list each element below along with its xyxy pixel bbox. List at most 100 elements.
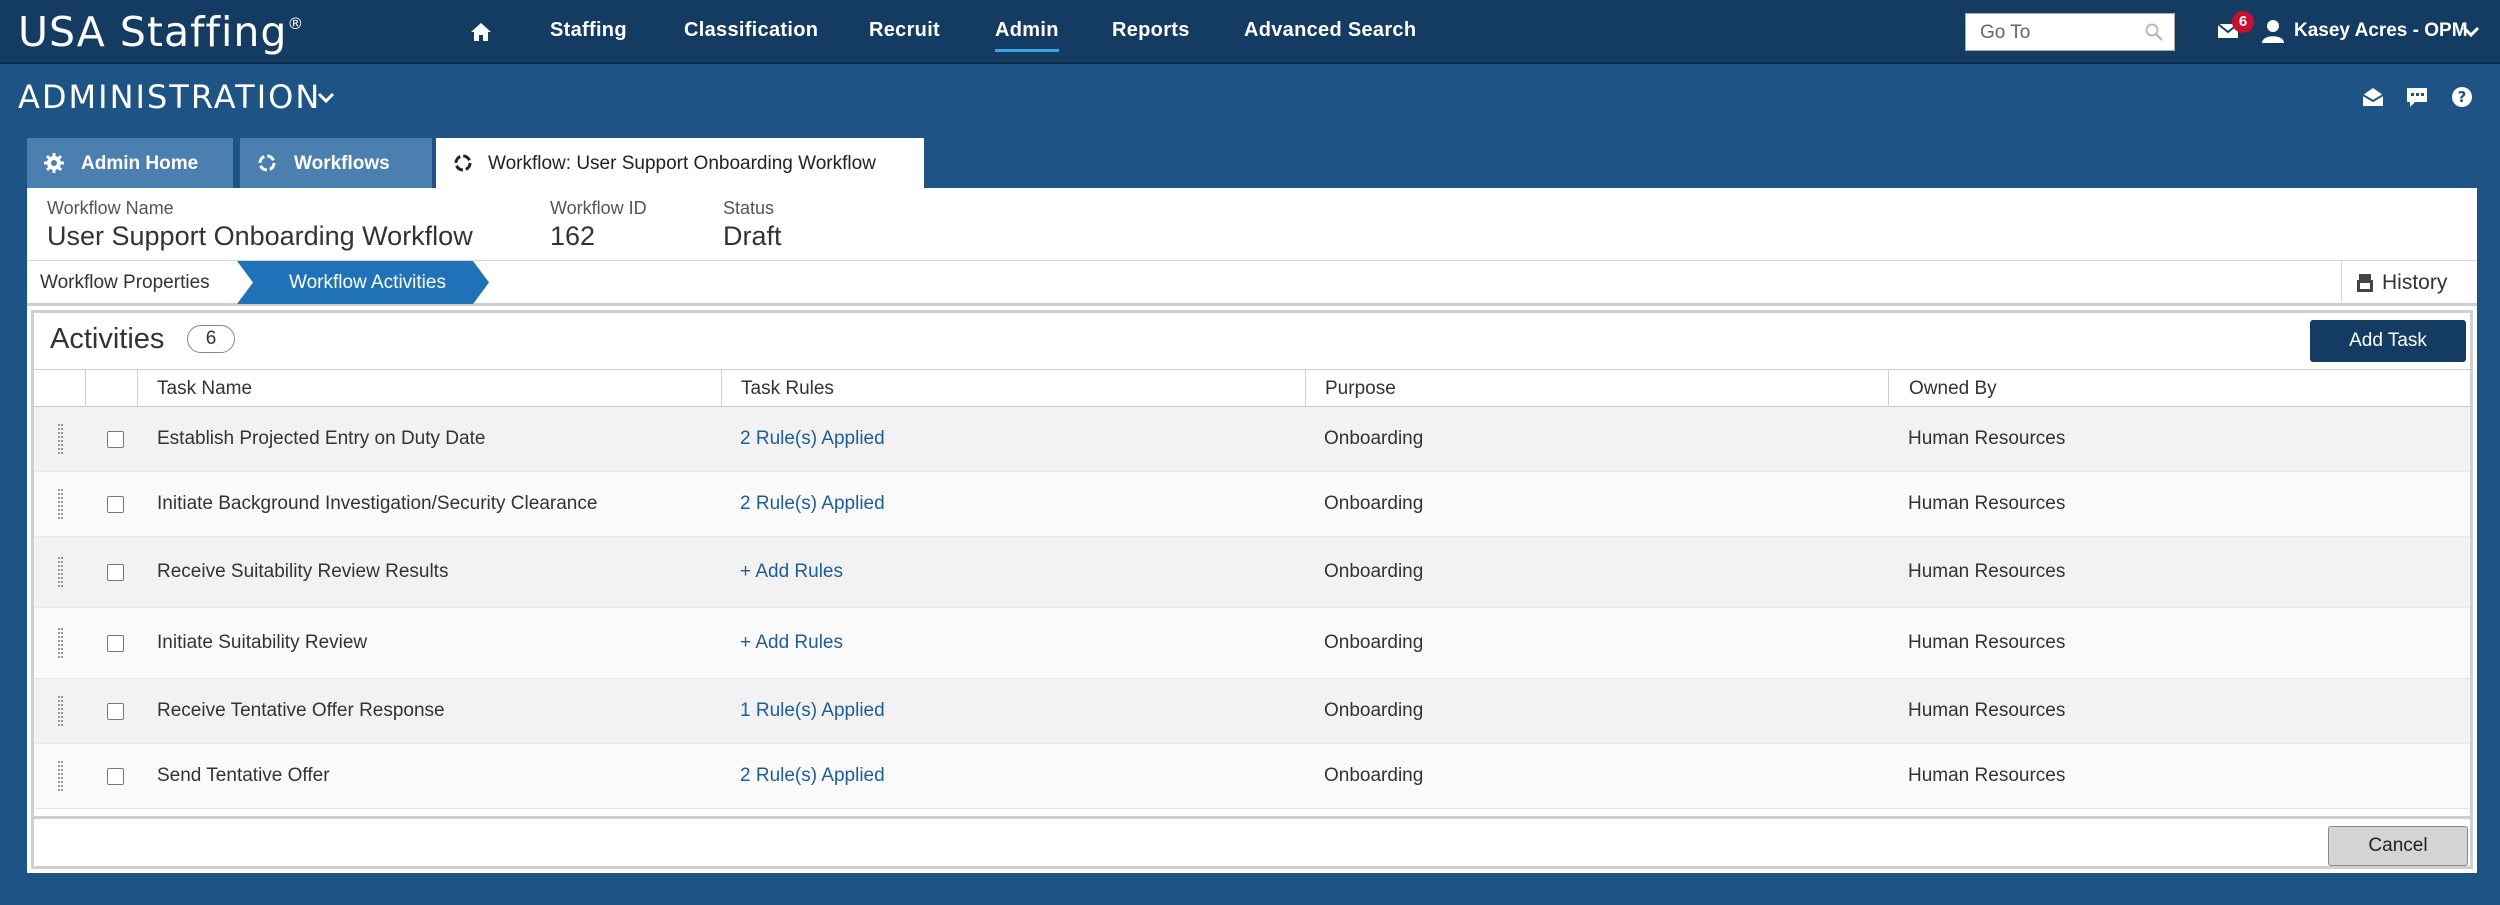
row-checkbox[interactable] [107,702,124,720]
drag-handle-icon[interactable] [58,760,63,791]
activities-count-badge: 6 [187,325,235,353]
history-button[interactable]: History [2341,261,2477,304]
table-row[interactable]: Receive Suitability Review Results + Add … [34,537,2470,608]
nav-staffing[interactable]: Staffing [550,19,627,42]
search-icon[interactable] [2144,22,2164,42]
table-row[interactable]: Send Tentative Offer 2 Rule(s) Applied Onb… [34,744,2470,809]
activities-section: Activities 6 Add Task Task Name Task Rul… [31,310,2473,869]
nav-recruit[interactable]: Recruit [869,19,940,42]
workflow-icon [258,154,276,172]
user-icon[interactable] [2262,19,2284,43]
workflow-name-value: User Support Onboarding Workflow [47,221,473,251]
workflow-panel: Workflow Name User Support Onboarding Wo… [27,188,2477,873]
row-checkbox[interactable] [107,495,124,513]
workflow-status-field: Status Draft [723,198,782,252]
task-rules-link[interactable]: 2 Rule(s) Applied [740,428,885,450]
drag-handle-icon[interactable] [58,556,63,587]
table-row[interactable]: Initiate Suitability Review + Add Rules On… [34,608,2470,679]
tab-label: Workflow: User Support Onboarding Workfl… [488,153,876,174]
chevron-down-icon[interactable] [316,91,336,105]
workflow-steps: Workflow Properties Workflow Activities … [27,260,2477,306]
workflow-status-label: Status [723,198,775,218]
workflow-status-value: Draft [723,221,782,251]
tab-label: Admin Home [81,153,199,174]
chat-icon[interactable] [2405,86,2429,108]
column-header-task-rules[interactable]: Task Rules [721,370,834,407]
table-row[interactable]: Initiate Background Investigation/Securi… [34,472,2470,537]
tab-label: Workflows [294,153,390,174]
purpose-cell: Onboarding [1324,631,1424,653]
task-rules-link[interactable]: 2 Rule(s) Applied [740,765,885,787]
row-checkbox[interactable] [107,767,124,785]
drag-handle-icon[interactable] [58,627,63,658]
owned-by-cell: Human Resources [1908,492,2066,514]
history-label: History [2382,271,2448,294]
step-workflow-properties[interactable]: Workflow Properties [27,261,237,304]
drag-handle-icon[interactable] [58,423,63,454]
history-icon [2357,274,2373,292]
task-rules-link[interactable]: 1 Rule(s) Applied [740,700,885,722]
purpose-cell: Onboarding [1324,560,1424,582]
task-rules-link[interactable]: 2 Rule(s) Applied [740,493,885,515]
workflow-id-value: 162 [550,221,596,251]
nav-admin[interactable]: Admin [995,19,1059,52]
tab-admin-home[interactable]: Admin Home [27,138,233,188]
task-name-cell: Send Tentative Offer [157,764,330,786]
svg-text:?: ? [2458,88,2467,106]
step-workflow-activities[interactable]: Workflow Activities [237,261,489,304]
task-rules-link[interactable]: + Add Rules [740,632,843,654]
workflow-id-label: Workflow ID [550,198,647,218]
chevron-down-icon[interactable] [2462,26,2480,38]
cancel-button[interactable]: Cancel [2328,826,2468,866]
mail-count-badge: 6 [2232,11,2254,33]
owned-by-cell: Human Resources [1908,631,2066,653]
row-checkbox[interactable] [107,563,124,581]
task-rules-link[interactable]: + Add Rules [740,561,843,583]
task-name-cell: Receive Suitability Review Results [157,560,449,582]
drag-handle-icon[interactable] [58,695,63,726]
nav-reports[interactable]: Reports [1112,19,1190,42]
user-menu[interactable]: Kasey Acres - OPM [2294,20,2468,42]
home-icon[interactable] [470,21,492,43]
purpose-cell: Onboarding [1324,427,1424,449]
table-row[interactable]: Receive Tentative Offer Response 1 Rule(s… [34,679,2470,744]
page-title[interactable]: ADMINISTRATION [18,78,321,116]
nav-classification[interactable]: Classification [684,19,818,42]
goto-search-input[interactable]: Go To [1965,13,2175,51]
row-checkbox[interactable] [107,430,124,448]
workflow-name-label: Workflow Name [47,198,174,218]
nav-advanced-search[interactable]: Advanced Search [1244,19,1416,42]
add-task-button[interactable]: Add Task [2310,320,2466,362]
column-header-purpose[interactable]: Purpose [1305,370,1396,407]
tab-workflow-detail[interactable]: Workflow: User Support Onboarding Workfl… [436,138,924,190]
column-divider [85,370,87,407]
goto-placeholder: Go To [1980,22,2031,43]
top-navigation-bar: USA Staffing® Staffing Classification Re… [0,0,2500,64]
brand-logo[interactable]: USA Staffing® [18,8,304,56]
workflow-id-field: Workflow ID 162 [550,198,647,252]
help-icon[interactable]: ? [2450,86,2474,108]
task-name-cell: Initiate Background Investigation/Securi… [157,492,598,514]
task-name-cell: Initiate Suitability Review [157,631,368,653]
task-name-cell: Receive Tentative Offer Response [157,699,445,721]
drag-handle-icon[interactable] [58,488,63,519]
task-name-cell: Establish Projected Entry on Duty Date [157,427,486,449]
row-checkbox[interactable] [107,634,124,652]
purpose-cell: Onboarding [1324,492,1424,514]
gear-icon [44,153,64,173]
activities-table: Task Name Task Rules Purpose Owned By Es… [34,369,2470,809]
workflow-name-field: Workflow Name User Support Onboarding Wo… [47,198,473,252]
tab-workflows[interactable]: Workflows [240,138,432,188]
owned-by-cell: Human Resources [1908,699,2066,721]
table-header: Task Name Task Rules Purpose Owned By [34,369,2470,407]
column-header-owned-by[interactable]: Owned By [1888,370,1997,407]
workflow-icon [454,154,472,172]
notifications-icon[interactable] [2361,86,2385,108]
owned-by-cell: Human Resources [1908,560,2066,582]
activities-title: Activities [50,323,165,355]
purpose-cell: Onboarding [1324,764,1424,786]
column-header-task-name[interactable]: Task Name [137,370,252,407]
owned-by-cell: Human Resources [1908,764,2066,786]
table-row[interactable]: Establish Projected Entry on Duty Date 2 … [34,407,2470,472]
footer-actions: Cancel [34,816,2470,866]
